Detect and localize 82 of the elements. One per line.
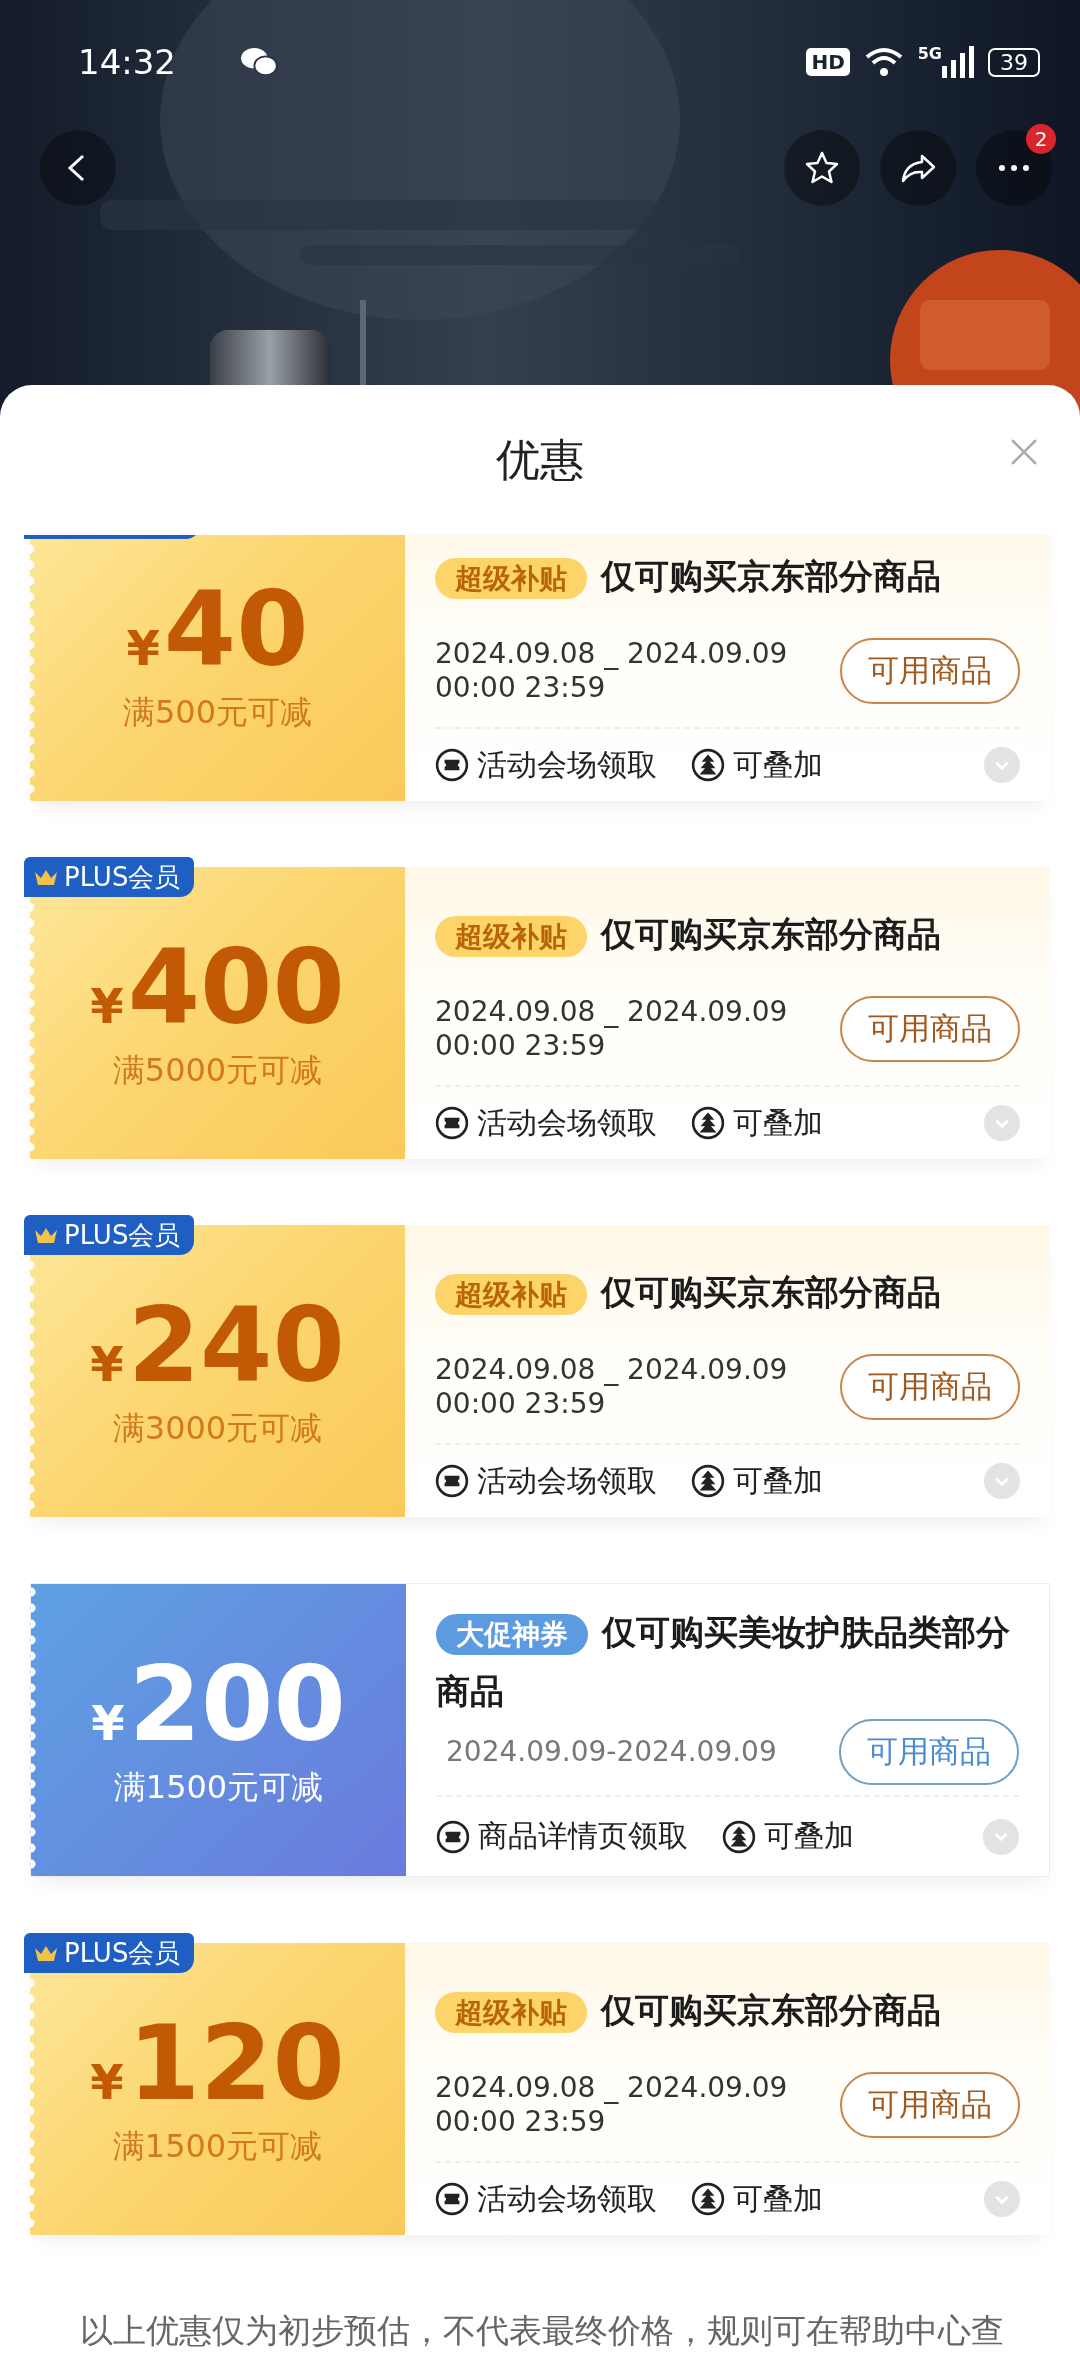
status-time: 14:32 [78,42,176,82]
network-label: 5G [917,44,942,63]
more-icon [998,164,1030,172]
ticket-icon [436,1819,470,1854]
validity-date: 2024.09.08 _ 2024.09.09 [435,995,788,1029]
chevron-down-icon [995,1476,1009,1486]
eligible-products-button[interactable]: 可用商品 [840,996,1020,1062]
coupon-tag: 超级补贴 [435,557,587,599]
validity-date: 00:00 23:59 [435,1029,607,1063]
stack-icon [691,1464,725,1498]
coupon-condition: 满1500元可减 [112,2125,323,2167]
stackable-label: 可叠加 [733,2179,823,2218]
signal-icon [942,46,974,78]
eligible-products-button[interactable]: 可用商品 [840,2072,1020,2138]
currency-symbol: ¥ [90,2054,124,2111]
coupon-tag: 超级补贴 [435,1991,587,2033]
validity-date: 2024.09.08 _ 2024.09.09 [435,2071,788,2105]
claim-source: 活动会场领取 [477,1461,657,1500]
stackable-label: 可叠加 [733,745,823,784]
coupon-amount: 120 [127,2009,345,2119]
expand-button[interactable] [983,1818,1019,1855]
expand-button[interactable] [984,1105,1020,1141]
coupon-description: 超级补贴 仅可购买京东部分商品 [435,1981,941,2041]
coupon-amount: 400 [127,933,345,1043]
plus-member-badge: PLUS会员 [24,857,195,897]
ticket-icon [435,1106,469,1140]
coupon-description: 超级补贴 仅可购买京东部分商品 [435,547,941,607]
currency-symbol: ¥ [90,1336,124,1393]
coupon-description: 大促神券 仅可购买美妆护肤品类部分商品 [436,1611,1011,1713]
eligible-products-button[interactable]: 可用商品 [840,1354,1020,1420]
coupon-tag: 超级补贴 [435,1273,587,1315]
coupon-amount: 40 [163,575,309,685]
chat-icon [240,46,278,78]
validity-date: 2024.09.08 _ 2024.09.09 [435,1353,788,1387]
chevron-down-icon [995,760,1009,770]
disclaimer-text: 以上优惠仅为初步预估，不代表最终价格，规则可在帮助中心查 [80,2311,1004,2350]
coupon-condition: 满5000元可减 [112,1049,323,1091]
eligible-products-button[interactable]: 可用商品 [840,638,1020,704]
validity-date: 2024.09.09-2024.09.09 [445,1735,777,1769]
claim-source: 活动会场领取 [477,2179,657,2218]
eligible-products-button[interactable]: 可用商品 [839,1719,1019,1785]
stack-icon [722,1819,756,1854]
hd-indicator: HD [806,48,850,76]
coupon-tag: 超级补贴 [435,915,587,957]
plus-member-badge: PLUS会员 [24,1215,195,1255]
validity-date: 00:00 23:59 [435,1387,607,1421]
sheet-title: 优惠 [496,432,584,487]
claim-source: 活动会场领取 [477,745,657,784]
validity-date: 00:00 23:59 [435,2105,607,2139]
claim-source: 商品详情页领取 [478,1817,688,1855]
battery-indicator: 39 [988,47,1040,77]
expand-button[interactable] [984,1463,1020,1499]
coupon-amount: 240 [127,1291,345,1401]
currency-symbol: ¥ [126,620,160,677]
currency-symbol: ¥ [91,1695,125,1752]
expand-button[interactable] [984,2181,1020,2217]
ticket-icon [435,2182,469,2216]
coupon-amount: 200 [128,1650,346,1760]
chevron-down-icon [994,1832,1008,1841]
coupon-description: 超级补贴 仅可购买京东部分商品 [435,1263,941,1323]
stack-icon [691,2182,725,2216]
stack-icon [691,1106,725,1140]
stack-icon [691,748,725,782]
chevron-down-icon [995,2194,1009,2204]
ticket-icon [435,1464,469,1498]
coupon-tag: 大促神券 [436,1614,588,1655]
plus-member-badge: PLUS会员 [24,1933,195,1973]
claim-source: 活动会场领取 [477,1103,657,1142]
coupon-condition: 满1500元可减 [113,1766,324,1808]
expand-button[interactable] [984,747,1020,783]
coupon-condition: 满500元可减 [122,691,313,733]
ticket-icon [435,748,469,782]
currency-symbol: ¥ [90,978,124,1035]
chevron-down-icon [995,1118,1009,1128]
stackable-label: 可叠加 [733,1103,823,1142]
validity-date: 2024.09.08 _ 2024.09.09 [435,637,788,671]
stackable-label: 可叠加 [764,1817,854,1855]
wifi-icon [863,47,904,77]
stackable-label: 可叠加 [733,1461,823,1500]
coupon-description: 超级补贴 仅可购买京东部分商品 [435,905,941,965]
validity-date: 00:00 23:59 [435,671,607,705]
coupon-condition: 满3000元可减 [112,1407,323,1449]
